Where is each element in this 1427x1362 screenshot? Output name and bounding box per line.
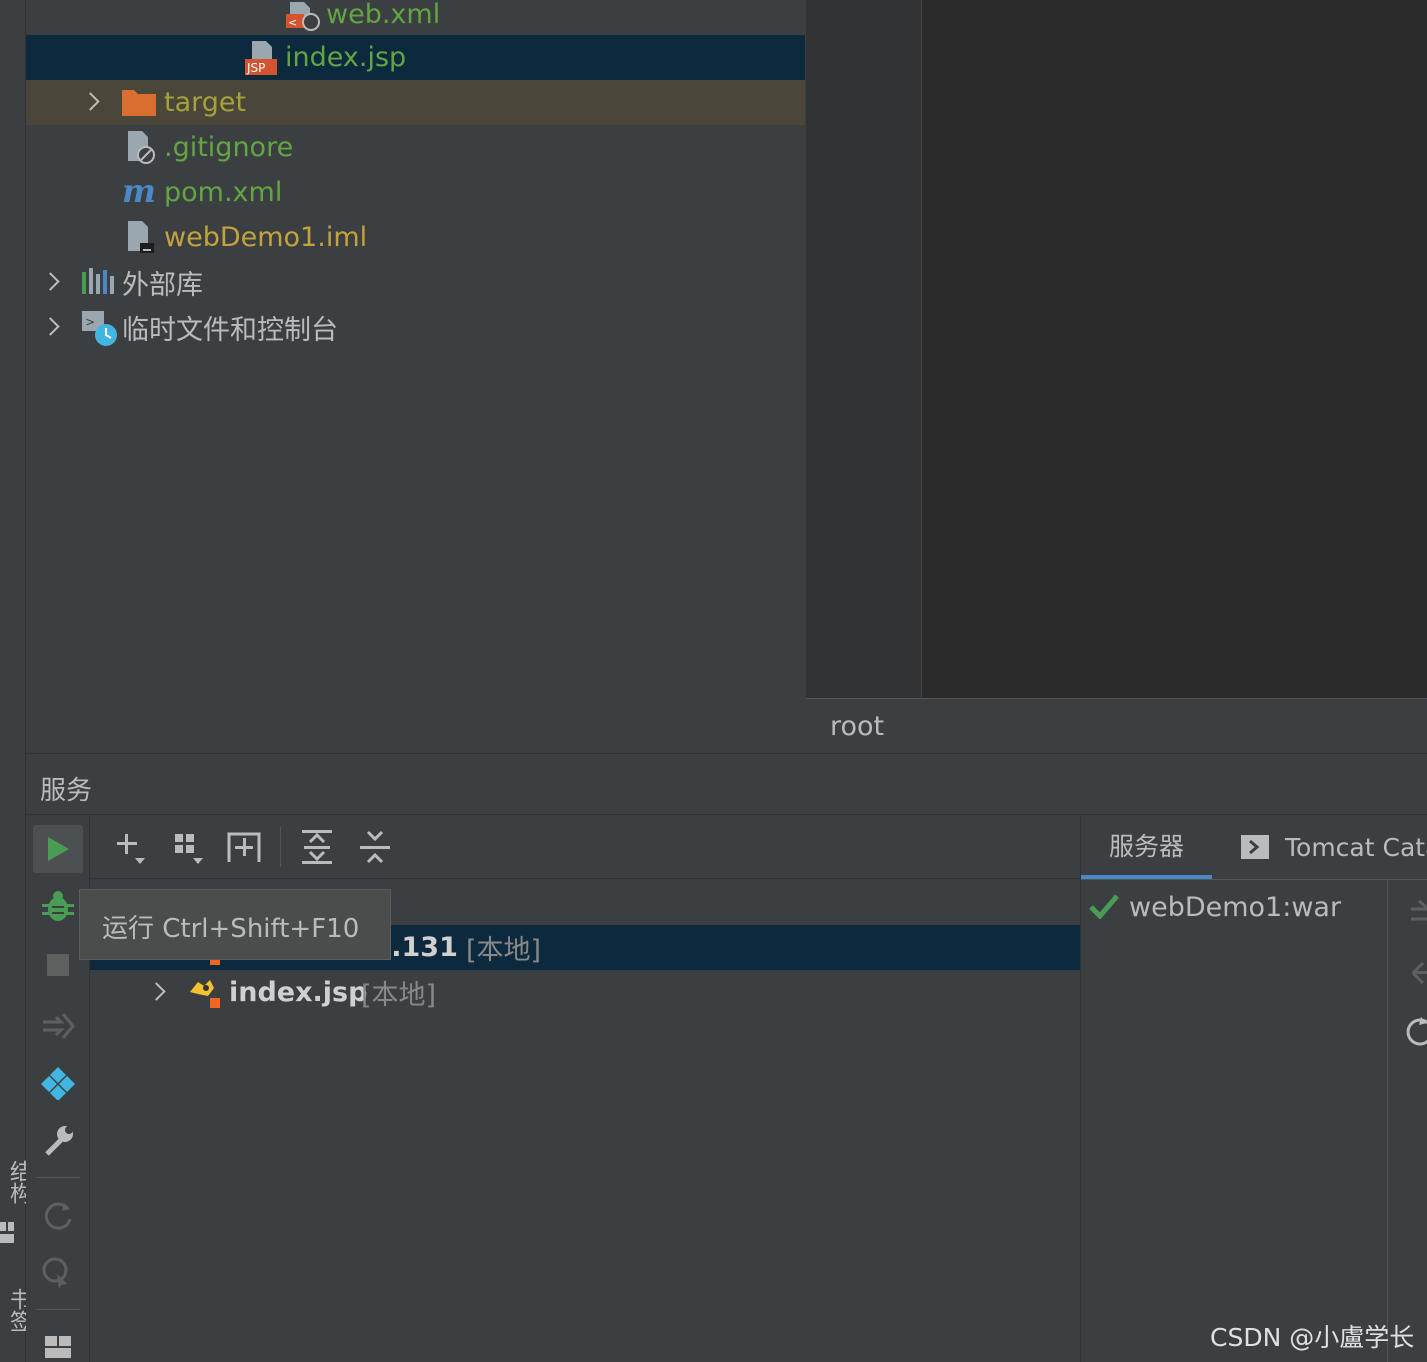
watermark-text: CSDN @小盧学长 [1210,1323,1415,1352]
tree-item-label: webDemo1.iml [164,222,368,253]
jsp-file-icon: JSP [244,41,280,82]
toolbar-separator [280,827,281,867]
update-button[interactable] [36,1251,80,1295]
services-panel-title: 服务 [26,753,1427,815]
tree-item-pom-xml[interactable]: m pom.xml [26,170,805,215]
bug-icon [42,891,74,921]
tree-item-gitignore[interactable]: .gitignore [26,125,805,170]
new-tab-button[interactable] [222,825,266,869]
toolbar-separator [36,1309,80,1310]
refresh-icon [1406,1017,1427,1046]
tree-item-web-xml[interactable]: < web.xml [26,0,805,37]
collapse-all-icon [360,830,390,864]
check-icon [1089,893,1119,923]
tab-label: Tomcat Cata [1285,832,1427,862]
tree-item-label: 临时文件和控制台 [122,315,338,346]
tree-item-label: pom.xml [164,177,283,208]
expand-all-icon [302,830,332,864]
run-icon [48,837,69,861]
tree-item-scratches[interactable]: > 临时文件和控制台 [26,305,805,350]
tree-item-label: target [164,87,247,118]
service-name: index.jsp [229,977,368,1008]
stop-icon [47,954,69,976]
settings-button[interactable] [36,1119,80,1163]
tree-item-webdemo1-iml[interactable]: webDemo1.iml [26,215,805,260]
editor-gutter [806,0,922,698]
tree-item-label: web.xml [326,0,441,30]
tree-item-label: 外部库 [122,270,203,301]
panel-divider [1387,879,1388,1362]
console-icon [1241,835,1269,859]
deploy-artifact-button[interactable] [1399,891,1427,935]
tree-item-label: .gitignore [164,132,294,163]
tab-tomcat-catalina[interactable]: Tomcat Cata [1241,815,1427,879]
service-row-index-jsp[interactable]: index.jsp [本地] [90,970,1080,1015]
maven-icon: m [122,172,158,215]
svg-text:JSP: JSP [246,61,265,75]
layout-button[interactable] [36,1325,80,1362]
project-tree: < web.xml JSP index.jsp target .gitignor… [26,0,805,752]
services-top-toolbar [90,815,1080,879]
expand-all-button[interactable] [295,825,339,869]
tree-item-index-jsp[interactable]: JSP index.jsp [26,35,805,80]
refresh-button[interactable] [36,1193,80,1237]
undeploy-button[interactable] [1399,951,1427,995]
tree-item-target[interactable]: target [26,80,805,125]
module-file-icon [126,221,160,262]
chevron-right-icon[interactable] [82,92,102,112]
deploy-button[interactable] [36,1001,80,1045]
group-by-button[interactable] [166,825,210,869]
debug-button[interactable] [36,885,80,929]
left-tool-strip: 结构 书签 [0,0,31,1362]
run-button[interactable] [33,825,83,873]
wrench-icon [45,1126,73,1156]
folder-icon [122,88,156,123]
svg-text:m: m [122,176,156,208]
diamond-group-icon [41,1067,75,1100]
group-services-button[interactable] [36,1061,80,1105]
editor-breadcrumb[interactable]: root [806,698,1427,753]
toolbar-separator [36,1177,80,1178]
add-service-button[interactable] [108,825,152,869]
ignored-file-icon [126,131,160,172]
tab-separator [1081,879,1427,880]
library-icon [82,268,116,303]
deployment-row[interactable]: webDemo1:war [1081,883,1387,931]
svg-text:<: < [288,16,297,29]
structure-icon [0,1222,14,1244]
group-icon [175,834,203,864]
deploy-icon [1411,899,1427,921]
tomcat-icon [188,976,222,1017]
tree-item-external-libraries[interactable]: 外部库 [26,260,805,305]
service-tag: [本地] [466,935,542,966]
refresh-icon [44,1202,72,1230]
tree-item-label: index.jsp [285,42,407,73]
scratch-icon: > [82,309,120,354]
svg-text:>: > [85,315,95,329]
layout-icon [45,1336,71,1358]
new-tab-icon [227,832,261,862]
plus-icon [117,834,145,864]
service-tag: [本地] [361,980,437,1011]
chevron-right-icon[interactable] [42,272,62,292]
service-name: l.131 [382,932,458,963]
xml-file-icon: < [284,0,320,39]
update-icon [42,1257,68,1289]
collapse-all-button[interactable] [353,825,397,869]
undeploy-icon [1411,961,1427,985]
tab-server[interactable]: 服务器 [1081,815,1212,879]
chevron-right-icon[interactable] [42,317,62,337]
redeploy-button[interactable] [1399,1009,1427,1053]
chevron-right-icon[interactable] [148,982,168,1002]
deployment-label: webDemo1:war [1129,891,1342,923]
services-detail-panel: 服务器 Tomcat Cata webDemo1:war [1080,815,1427,1362]
run-tooltip: 运行 Ctrl+Shift+F10 [79,889,391,960]
deploy-icon [43,1013,75,1039]
stop-button[interactable] [36,943,80,987]
